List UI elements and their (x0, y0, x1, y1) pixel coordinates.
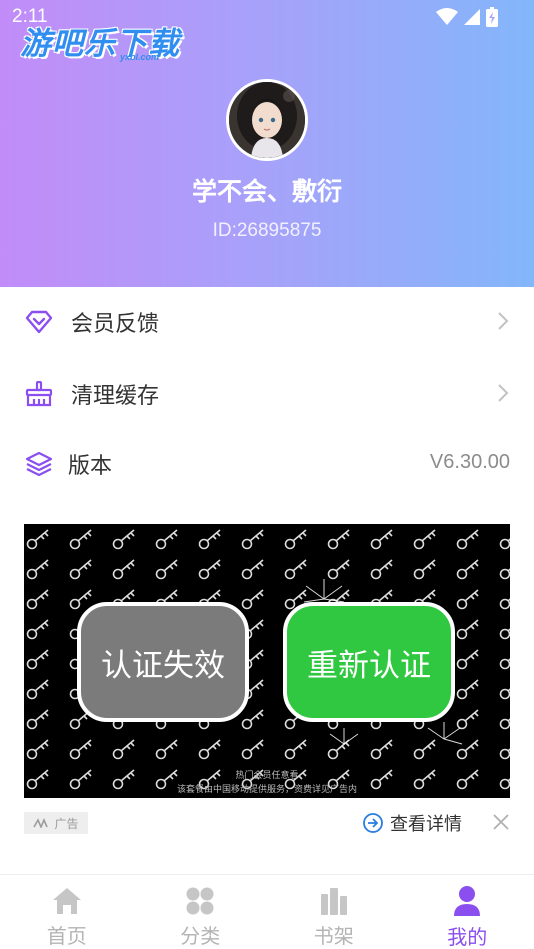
ad-banner[interactable]: 认证失效 重新认证 热门会员任意看 该套餐由中国移动提供服务，资费详见广告内 (24, 524, 510, 798)
signal-icon (464, 9, 480, 25)
wifi-icon (436, 8, 458, 25)
nav-mine[interactable]: 我的 (401, 875, 534, 949)
menu-label: 清理缓存 (71, 384, 160, 409)
profile-page: 2:11 游吧乐下载 yxbl.com 学不会、敷衍 ID:26895875 会… (0, 0, 534, 949)
menu-item-clear-cache[interactable]: 清理缓存 (24, 366, 512, 422)
broom-icon (24, 379, 54, 409)
nav-home[interactable]: 首页 (0, 875, 134, 949)
nav-label: 分类 (180, 924, 221, 948)
reauth-button[interactable]: 重新认证 (283, 602, 455, 722)
menu-item-version: 版本 V6.30.00 (24, 436, 512, 492)
diamond-icon (24, 307, 54, 337)
version-value: V6.30.00 (429, 451, 510, 473)
nav-category[interactable]: 分类 (134, 875, 268, 949)
close-icon[interactable] (491, 812, 511, 832)
watermark-sub: yxbl.com (120, 52, 160, 62)
nav-label: 书架 (313, 924, 354, 948)
user-id: ID:26895875 (212, 220, 322, 241)
ad-detail-label: 查看详情 (390, 814, 462, 835)
menu-item-member-feedback[interactable]: 会员反馈 (24, 294, 512, 350)
bottom-nav: 首页 分类 书架 我的 (0, 874, 534, 949)
status-icons (436, 7, 498, 27)
menu-label: 会员反馈 (71, 312, 160, 337)
ad-tag-label: 广告 (54, 816, 79, 831)
nav-bookshelf[interactable]: 书架 (267, 875, 401, 949)
menu-label: 版本 (68, 454, 113, 479)
ad-detail-link[interactable]: 查看详情 (362, 810, 462, 836)
battery-icon (486, 7, 498, 27)
ad-tag: 广告 (24, 812, 88, 834)
nav-label: 首页 (46, 924, 87, 948)
auth-expired-button[interactable]: 认证失效 (77, 602, 249, 722)
ad-logo-icon (33, 818, 49, 828)
avatar-image (229, 82, 305, 158)
ad-small-text-2: 该套餐由中国移动提供服务，资费详见广告内 (176, 785, 357, 795)
category-icon (184, 885, 216, 916)
chevron-right-icon (498, 384, 509, 402)
profile-icon (451, 885, 483, 917)
bookshelf-icon (318, 885, 350, 916)
profile-header: 2:11 游吧乐下载 yxbl.com 学不会、敷衍 ID:26895875 (0, 0, 534, 287)
layers-icon (24, 449, 54, 479)
arrow-right-circle-icon (363, 813, 383, 833)
chevron-right-icon (498, 312, 509, 330)
avatar[interactable] (226, 79, 308, 161)
home-icon (51, 885, 83, 916)
ad-small-text-1: 热门会员任意看 (235, 771, 299, 781)
username: 学不会、敷衍 (191, 177, 342, 206)
nav-label: 我的 (447, 925, 488, 949)
